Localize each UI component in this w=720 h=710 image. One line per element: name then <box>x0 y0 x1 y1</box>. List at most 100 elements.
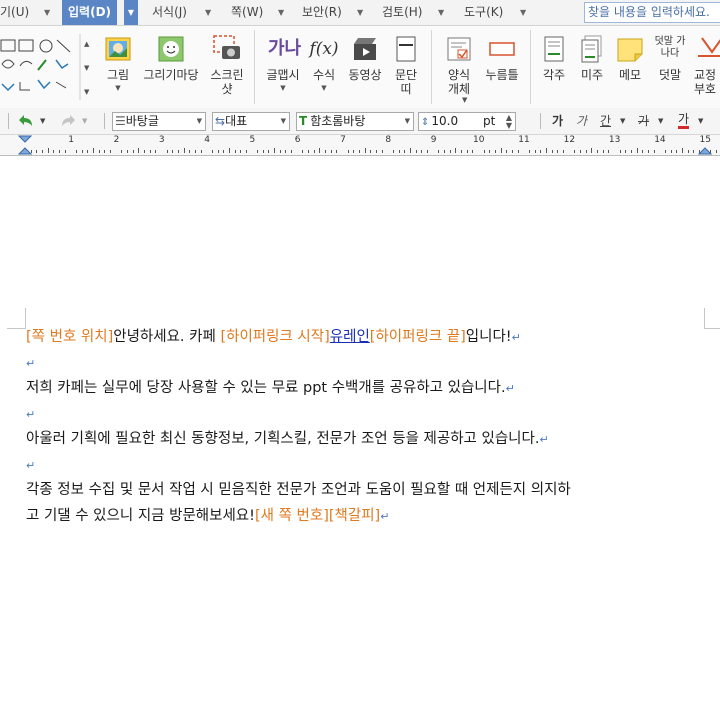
drawing-gallery-icon <box>158 36 184 62</box>
document-line[interactable]: 저희 카페는 실무에 당장 사용할 수 있는 무료 ppt 수백개를 공유하고 … <box>26 376 716 402</box>
bookmark-field[interactable]: [책갈피] <box>329 508 380 524</box>
menu-insert[interactable]: 입력(D) <box>62 0 118 25</box>
ruler-tick <box>630 150 632 153</box>
ruler-number: 1 <box>68 135 75 145</box>
paragraph-mark-icon: ↵ <box>26 356 36 370</box>
footnote-button[interactable]: 각주 <box>536 26 572 108</box>
ruler-tick <box>36 150 38 153</box>
chevron-down-icon[interactable]: ▼ <box>205 0 211 25</box>
paragraph-mark-icon: ↵ <box>26 407 36 421</box>
ruler-tick <box>138 148 140 153</box>
right-margin-marker-icon[interactable] <box>698 135 712 155</box>
indent-marker-icon[interactable] <box>18 135 32 155</box>
chevron-down-icon[interactable]: ▼ <box>620 112 625 130</box>
shapes-gallery[interactable]: ▲ ▼ ▼ <box>0 30 96 102</box>
document-line[interactable]: 아울러 기획에 필요한 최신 동향정보, 기획스킬, 전문가 조언 등을 제공하… <box>26 427 716 453</box>
style-select[interactable]: ☰바탕글 ▼ <box>112 112 206 131</box>
menu-format[interactable]: 서식(J) <box>152 0 187 25</box>
page-number-field[interactable]: [쪽 번호 위치] <box>26 329 113 345</box>
field-button[interactable]: 누름틀 <box>480 26 524 108</box>
ruler-tick <box>183 148 185 153</box>
proofread-icon <box>698 37 720 57</box>
video-button[interactable]: 동영상 <box>344 26 386 108</box>
ruler-tick <box>483 150 485 153</box>
ruler-tick <box>461 150 462 153</box>
document-line[interactable]: 고 기댈 수 있으니 지금 방문해보세요![새 쪽 번호][책갈피]↵ <box>26 504 716 530</box>
empty-line[interactable]: ↵ <box>26 402 716 428</box>
chevron-down-icon[interactable]: ▼ <box>82 112 87 130</box>
chevron-down-icon[interactable]: ▼ <box>698 112 703 130</box>
ruler-tick <box>58 150 60 153</box>
font-size-field[interactable]: ⇕ 10.0 pt ▲ ▼ <box>418 112 516 131</box>
chevron-down-icon[interactable]: ▼ <box>357 0 363 25</box>
toolbar-divider <box>540 113 541 129</box>
strikethrough-button[interactable]: 가 <box>638 112 649 130</box>
chevron-down-icon[interactable]: ▼ <box>124 0 138 25</box>
bold-button[interactable]: 가 <box>552 112 563 130</box>
font-select[interactable]: T 함초롬바탕 ▼ <box>296 112 414 131</box>
toolbar-grip <box>8 113 9 129</box>
chevron-down-icon[interactable]: ▼ <box>40 112 45 130</box>
undo-icon[interactable] <box>18 114 38 128</box>
drawing-gallery-button[interactable]: 그리기마당 <box>138 26 204 108</box>
picture-button[interactable]: 그림 ▼ <box>100 26 136 108</box>
menu-tools[interactable]: 도구(K) <box>464 0 503 25</box>
ruler-tick <box>302 150 304 153</box>
chevron-down-icon[interactable]: ▼ <box>44 0 50 25</box>
memo-button[interactable]: 메모 <box>612 26 648 108</box>
menu-tools-partial[interactable]: 기(U) <box>0 0 29 25</box>
ruler-tick <box>149 150 151 153</box>
ruby-text-button[interactable]: 덧말 가나다 덧말 <box>650 26 690 108</box>
ruler-number: 4 <box>204 135 210 145</box>
language-select[interactable]: ⇆대표 ▼ <box>212 112 290 131</box>
ruler-tick <box>466 150 468 153</box>
redo-icon[interactable] <box>56 114 76 128</box>
document-line[interactable]: 각종 정보 수집 및 문서 작업 시 믿음직한 전문가 조언과 도움이 필요할 … <box>26 478 716 504</box>
proofread-button[interactable]: 교정부호 <box>692 26 720 108</box>
screenshot-button[interactable]: 스크린샷 <box>206 26 248 108</box>
ruler-tick <box>200 150 202 153</box>
chevron-down-icon[interactable]: ▼ <box>658 112 663 130</box>
document-body[interactable]: [쪽 번호 위치]안녕하세요. 카페 [하이퍼링크 시작]유레인[하이퍼링크 끝… <box>26 325 716 529</box>
chevron-down-icon[interactable]: ▼ <box>520 0 526 25</box>
hyperlink-start-field[interactable]: [하이퍼링크 시작] <box>220 329 329 345</box>
form-object-button[interactable]: 양식개체 ▼ <box>438 26 480 108</box>
underline-button[interactable]: 간 <box>600 112 611 130</box>
stepper-down-icon[interactable]: ▼ <box>506 122 512 130</box>
new-page-number-field[interactable]: [새 쪽 번호] <box>255 508 329 524</box>
italic-button[interactable]: 가 <box>576 112 587 130</box>
empty-line[interactable]: ↵ <box>26 351 716 377</box>
ruler-tick <box>545 148 547 153</box>
shapes-icon[interactable]: ▲ ▼ ▼ <box>0 30 96 102</box>
paragraph-band-button[interactable]: 문단띠 <box>388 26 424 108</box>
ruler-tick <box>528 150 530 153</box>
formula-button[interactable]: f(x) 수식 ▼ <box>306 26 342 108</box>
chevron-down-icon[interactable]: ▼ <box>438 0 444 25</box>
ruler-tick <box>647 150 649 153</box>
ruler-tick <box>642 150 644 153</box>
chevron-down-icon: ▼ <box>462 96 468 104</box>
empty-line[interactable]: ↵ <box>26 453 716 479</box>
document-line[interactable]: [쪽 번호 위치]안녕하세요. 카페 [하이퍼링크 시작]유레인[하이퍼링크 끝… <box>26 325 716 351</box>
paragraph-mark-icon: ↵ <box>26 458 36 472</box>
hyperlink-end-field[interactable]: [하이퍼링크 끝] <box>370 329 466 345</box>
menu-page[interactable]: 쪽(W) <box>231 0 263 25</box>
menu-review[interactable]: 검토(H) <box>382 0 422 25</box>
ruler-tick <box>506 150 508 153</box>
picture-icon <box>105 37 131 61</box>
ruler-tick <box>347 150 349 153</box>
hyperlink[interactable]: 유레인 <box>330 329 370 345</box>
horizontal-ruler[interactable]: 1 2 3 4 5 6 7 8 9 10 11 12 13 14 15 <box>0 135 720 156</box>
ruler-tick <box>228 148 230 153</box>
toolbar-divider <box>104 113 105 129</box>
ruler-tick <box>715 150 717 153</box>
chevron-down-icon[interactable]: ▼ <box>278 0 284 25</box>
ruler-tick <box>534 150 536 153</box>
search-input[interactable]: 찾을 내용을 입력하세요. <box>584 2 720 23</box>
form-object-icon <box>447 37 471 61</box>
endnote-button[interactable]: 미주 <box>574 26 610 108</box>
wordart-button[interactable]: 가나 글맵시 ▼ <box>262 26 304 108</box>
paragraph-mark-icon: ↵ <box>539 433 549 446</box>
menu-security[interactable]: 보안(R) <box>302 0 342 25</box>
font-color-button[interactable]: 가 <box>678 112 690 129</box>
